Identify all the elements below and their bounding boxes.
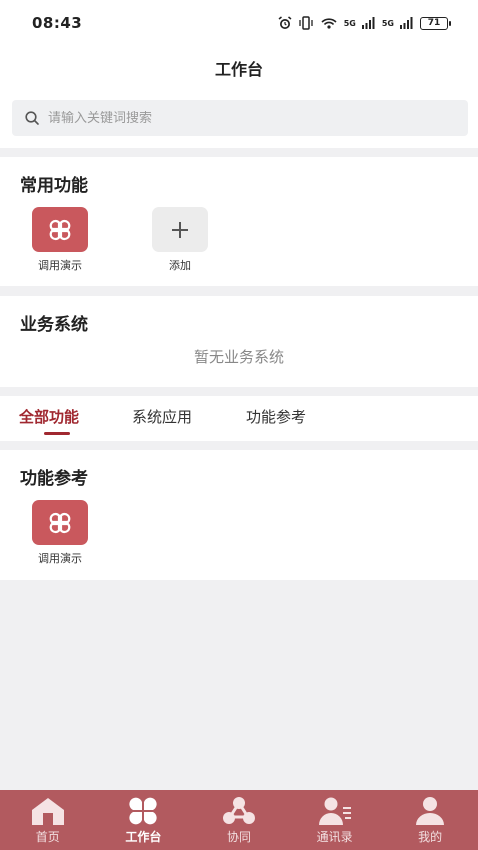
- contacts-icon: [317, 795, 353, 827]
- plus-icon: [172, 221, 188, 238]
- tab-active-indicator: [44, 432, 70, 435]
- alarm-icon: [278, 16, 292, 29]
- search-area: [0, 90, 478, 148]
- signal-1-label: 5G: [343, 18, 356, 28]
- tab-all-functions[interactable]: 全部功能: [19, 406, 79, 427]
- app-label: 添加: [169, 259, 191, 272]
- nav-item-collaboration[interactable]: 协同: [199, 790, 279, 850]
- vibrate-icon: [299, 16, 313, 30]
- empty-state-text: 暂无业务系统: [193, 348, 284, 366]
- nav-item-profile[interactable]: 我的: [390, 790, 470, 850]
- search-input[interactable]: [48, 110, 428, 126]
- nav-label: 我的: [418, 830, 443, 844]
- search-box[interactable]: [12, 100, 468, 136]
- app-tile[interactable]: [32, 500, 88, 545]
- four-petal-icon: [49, 219, 71, 240]
- app-label: 调用演示: [38, 552, 82, 565]
- nav-label: 通讯录: [316, 830, 353, 844]
- page-title: 工作台: [214, 60, 263, 79]
- four-petal-icon: [49, 512, 71, 533]
- tab-system-apps[interactable]: 系统应用: [132, 406, 192, 427]
- status-time: 08:43: [32, 14, 83, 32]
- common-functions-card: 常用功能 调用演示 添加: [0, 157, 478, 286]
- profile-icon: [412, 795, 448, 827]
- app-label: 调用演示: [38, 259, 82, 272]
- nav-label: 首页: [35, 830, 60, 844]
- app-tile[interactable]: [32, 207, 88, 252]
- title-bar: 工作台: [0, 46, 478, 90]
- wifi-icon: [321, 18, 337, 29]
- tab-function-reference[interactable]: 功能参考: [246, 406, 306, 427]
- function-reference-title: 功能参考: [20, 469, 88, 489]
- signal-icon-2: [400, 17, 413, 29]
- signal-2-label: 5G: [381, 18, 394, 28]
- nav-item-workbench[interactable]: 工作台: [103, 790, 183, 850]
- nav-label: 协同: [226, 830, 251, 844]
- nav-item-home[interactable]: 首页: [8, 790, 88, 850]
- app-add[interactable]: 添加: [140, 207, 220, 273]
- app-call-demo[interactable]: 调用演示: [20, 500, 100, 566]
- battery-icon: 71: [420, 16, 451, 30]
- signal-icon: [361, 17, 375, 29]
- function-tabs: 全部功能 系统应用 功能参考: [0, 396, 478, 441]
- app-call-demo[interactable]: 调用演示: [20, 207, 100, 273]
- business-systems-card: 业务系统 暂无业务系统: [0, 296, 478, 387]
- add-tile[interactable]: [152, 207, 208, 252]
- status-icons: 5G 5G 71: [278, 16, 451, 30]
- common-functions-title: 常用功能: [20, 176, 88, 196]
- business-systems-title: 业务系统: [20, 315, 88, 335]
- home-icon: [30, 795, 66, 827]
- function-reference-card: 功能参考 调用演示: [0, 450, 478, 580]
- search-icon: [25, 111, 39, 125]
- workbench-icon: [125, 795, 161, 827]
- nav-item-contacts[interactable]: 通讯录: [295, 790, 375, 850]
- nav-label: 工作台: [125, 830, 162, 844]
- status-bar: 08:43 5G 5G 71: [0, 0, 478, 46]
- collaboration-icon: [221, 795, 257, 827]
- bottom-nav: 首页 工作台 协同 通讯录 我的: [0, 790, 478, 850]
